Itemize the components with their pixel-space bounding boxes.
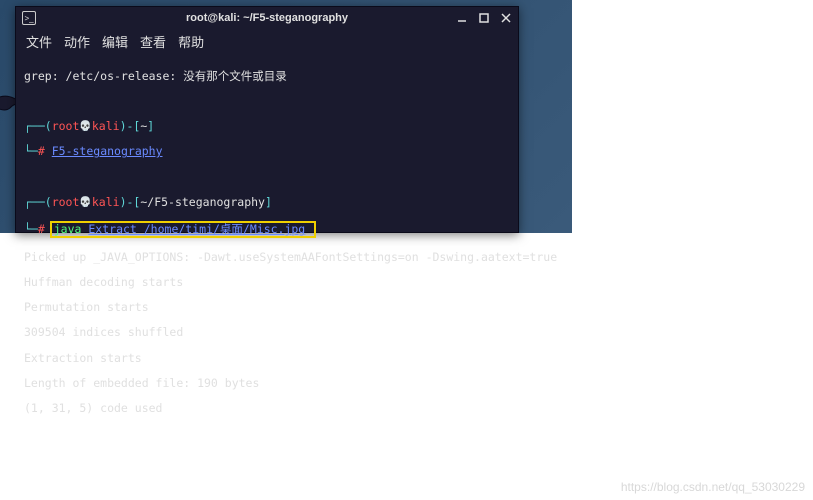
window-title: root@kali: ~/F5-steganography <box>186 12 348 24</box>
prompt-line: ┌──(root💀kali)-[~] <box>24 120 510 133</box>
output-line: (1, 31, 5) code used <box>24 402 510 415</box>
menu-help[interactable]: 帮助 <box>178 32 204 51</box>
output-line: Huffman decoding starts <box>24 276 510 289</box>
titlebar: >_ root@kali: ~/F5-steganography <box>16 7 518 29</box>
menu-view[interactable]: 查看 <box>140 32 166 51</box>
command-text: F5-steganography <box>52 144 163 158</box>
command-line-highlighted: └─# java Extract /home/timi/桌面/Misc.jpg <box>24 221 510 238</box>
menu-edit[interactable]: 编辑 <box>102 32 128 51</box>
output-line: grep: /etc/os-release: 没有那个文件或目录 <box>24 70 510 83</box>
menubar: 文件 动作 编辑 查看 帮助 <box>16 29 518 53</box>
output-line: Permutation starts <box>24 301 510 314</box>
terminal-app-icon: >_ <box>22 11 36 25</box>
menu-file[interactable]: 文件 <box>26 32 52 51</box>
command-line: └─# F5-steganography <box>24 145 510 158</box>
maximize-button[interactable] <box>478 12 490 24</box>
blank-line <box>24 171 510 184</box>
highlighted-command: java Extract /home/timi/桌面/Misc.jpg <box>50 221 316 238</box>
terminal-output[interactable]: grep: /etc/os-release: 没有那个文件或目录 ┌──(roo… <box>16 53 518 444</box>
minimize-button[interactable] <box>456 12 468 24</box>
close-button[interactable] <box>500 12 512 24</box>
output-line: Picked up _JAVA_OPTIONS: -Dawt.useSystem… <box>24 251 510 264</box>
blank-line <box>24 95 510 108</box>
terminal-window: >_ root@kali: ~/F5-steganography 文件 动作 编… <box>15 6 519 233</box>
menu-action[interactable]: 动作 <box>64 32 90 51</box>
output-line: Length of embedded file: 190 bytes <box>24 377 510 390</box>
output-line: Extraction starts <box>24 352 510 365</box>
prompt-line: ┌──(root💀kali)-[~/F5-steganography] <box>24 196 510 209</box>
output-line: 309504 indices shuffled <box>24 326 510 339</box>
watermark-text: https://blog.csdn.net/qq_53030229 <box>621 480 805 494</box>
